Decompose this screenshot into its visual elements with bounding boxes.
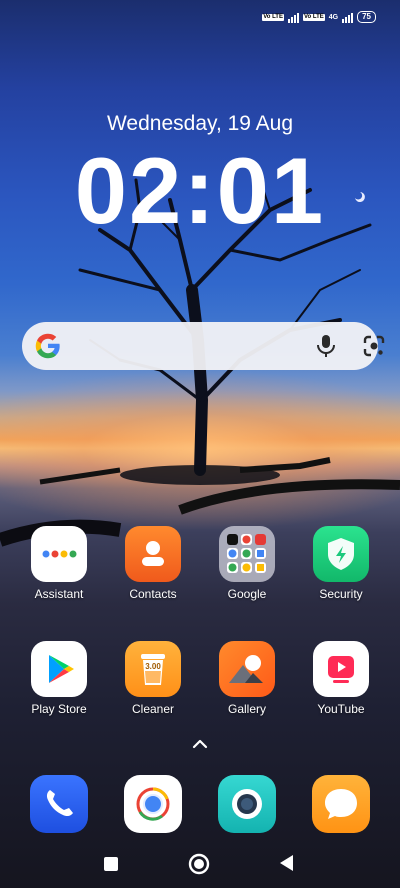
recents-button[interactable] <box>103 856 119 872</box>
app-label: Security <box>319 587 363 601</box>
google-search-bar[interactable] <box>22 322 385 370</box>
lockscreen-date: Wednesday, 19 Aug <box>106 112 294 135</box>
app-play-store[interactable]: Play Store <box>19 641 99 716</box>
lockscreen-clock[interactable]: 02:01 <box>0 136 400 246</box>
app-cleaner[interactable]: 3.00 Cleaner <box>113 641 193 716</box>
gallery-icon <box>219 641 275 697</box>
app-google-folder[interactable]: Google <box>207 526 287 601</box>
camera-icon <box>218 775 276 833</box>
contacts-icon <box>125 526 181 582</box>
network-type: 4G <box>328 13 339 21</box>
phone-icon <box>30 775 88 833</box>
back-button[interactable] <box>278 854 294 872</box>
app-label: YouTube <box>317 702 365 716</box>
dock-phone[interactable] <box>19 775 99 833</box>
battery-indicator: 75 <box>357 11 376 23</box>
dock-messages[interactable] <box>301 775 381 833</box>
google-g-icon <box>35 333 60 359</box>
signal-icon-2 <box>342 12 354 23</box>
volte-tag-2: Vo LTE <box>302 13 325 21</box>
play-store-icon <box>31 641 87 697</box>
status-bar: Vo LTE Vo LTE 4G 75 <box>262 8 376 26</box>
app-gallery[interactable]: Gallery <box>207 641 287 716</box>
assistant-icon <box>31 526 87 582</box>
dock-camera[interactable] <box>207 775 287 833</box>
microphone-icon[interactable] <box>316 335 336 357</box>
app-security[interactable]: Security <box>301 526 381 601</box>
youtube-icon <box>313 641 369 697</box>
cleaner-bin-icon: 3.00 <box>125 641 181 697</box>
navigation-bar <box>0 848 400 878</box>
messages-icon <box>312 775 370 833</box>
app-contacts[interactable]: Contacts <box>113 526 193 601</box>
app-label: Contacts <box>129 587 177 601</box>
signal-icon-1 <box>287 12 299 23</box>
home-button[interactable] <box>187 852 211 876</box>
app-label: Gallery <box>227 702 266 716</box>
app-youtube[interactable]: YouTube <box>301 641 381 716</box>
chevron-up-icon[interactable] <box>191 738 209 750</box>
cleaner-badge: 3.00 <box>145 662 161 671</box>
app-assistant[interactable]: Assistant <box>19 526 99 601</box>
security-shield-icon <box>313 526 369 582</box>
app-label: Cleaner <box>131 702 175 716</box>
chrome-icon <box>124 775 182 833</box>
google-lens-icon[interactable] <box>362 334 386 358</box>
dock-chrome[interactable] <box>113 775 193 833</box>
app-label: Play Store <box>31 702 87 716</box>
app-label: Assistant <box>34 587 84 601</box>
google-folder-icon <box>219 526 275 582</box>
app-label: Google <box>227 587 267 601</box>
volte-tag-1: Vo LTE <box>262 13 284 21</box>
